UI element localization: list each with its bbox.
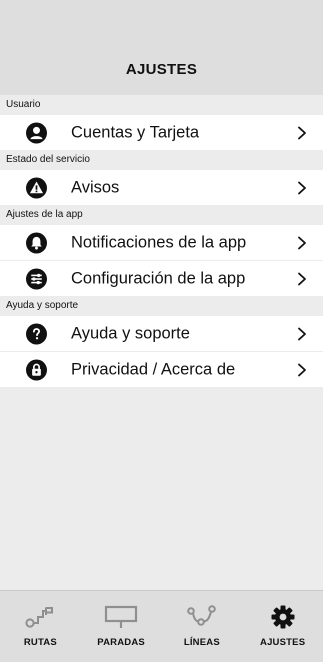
settings-item-notificaciones[interactable]: Notificaciones de la app — [0, 225, 323, 260]
tab-label: RUTAS — [23, 637, 57, 648]
tab-lineas[interactable]: LÍNEAS — [162, 591, 243, 662]
stop-sign-icon — [104, 605, 138, 629]
settings-item-label: Cuentas y Tarjeta — [71, 123, 200, 141]
bell-icon — [26, 232, 47, 253]
route-icon — [23, 605, 57, 629]
chevron-right-icon — [297, 236, 307, 250]
help-icon — [26, 323, 47, 344]
lines-icon — [185, 605, 219, 629]
tab-label: LÍNEAS — [183, 637, 220, 648]
chevron-right-icon — [297, 272, 307, 286]
chevron-right-icon — [297, 126, 307, 140]
lock-icon — [26, 359, 47, 380]
tab-paradas[interactable]: PARADAS — [81, 591, 162, 662]
gear-icon — [266, 605, 300, 629]
settings-item-label: Privacidad / Acerca de — [71, 360, 236, 378]
settings-item-label: Configuración de la app — [71, 269, 246, 287]
settings-item-cuentas-tarjeta[interactable]: Cuentas y Tarjeta — [0, 115, 323, 150]
section-header-ayuda-soporte: Ayuda y soporte — [0, 296, 323, 316]
chevron-right-icon — [297, 181, 307, 195]
settings-item-label: Ayuda y soporte — [71, 324, 190, 342]
tab-bar: RUTAS PARADAS LÍNEAS AJUSTES — [0, 590, 323, 662]
header: AJUSTES — [0, 0, 323, 95]
settings-item-avisos[interactable]: Avisos — [0, 170, 323, 205]
settings-item-privacidad[interactable]: Privacidad / Acerca de — [0, 352, 323, 387]
tab-ajustes[interactable]: AJUSTES — [242, 591, 323, 662]
chevron-right-icon — [297, 363, 307, 377]
settings-item-ayuda[interactable]: Ayuda y soporte — [0, 316, 323, 351]
section-header-estado-servicio: Estado del servicio — [0, 150, 323, 170]
section-header-usuario: Usuario — [0, 95, 323, 115]
sliders-icon — [26, 268, 47, 289]
settings-item-label: Avisos — [71, 178, 120, 196]
user-icon — [26, 122, 47, 143]
tab-rutas[interactable]: RUTAS — [0, 591, 81, 662]
tab-label: AJUSTES — [260, 637, 306, 648]
settings-list: Usuario Cuentas y Tarjeta Estado del ser… — [0, 95, 323, 387]
warning-icon — [26, 177, 47, 198]
section-header-ajustes-app: Ajustes de la app — [0, 205, 323, 225]
chevron-right-icon — [297, 327, 307, 341]
settings-item-configuracion[interactable]: Configuración de la app — [0, 261, 323, 296]
tab-label: PARADAS — [97, 637, 145, 648]
settings-item-label: Notificaciones de la app — [71, 233, 247, 251]
page-title: AJUSTES — [125, 61, 198, 78]
